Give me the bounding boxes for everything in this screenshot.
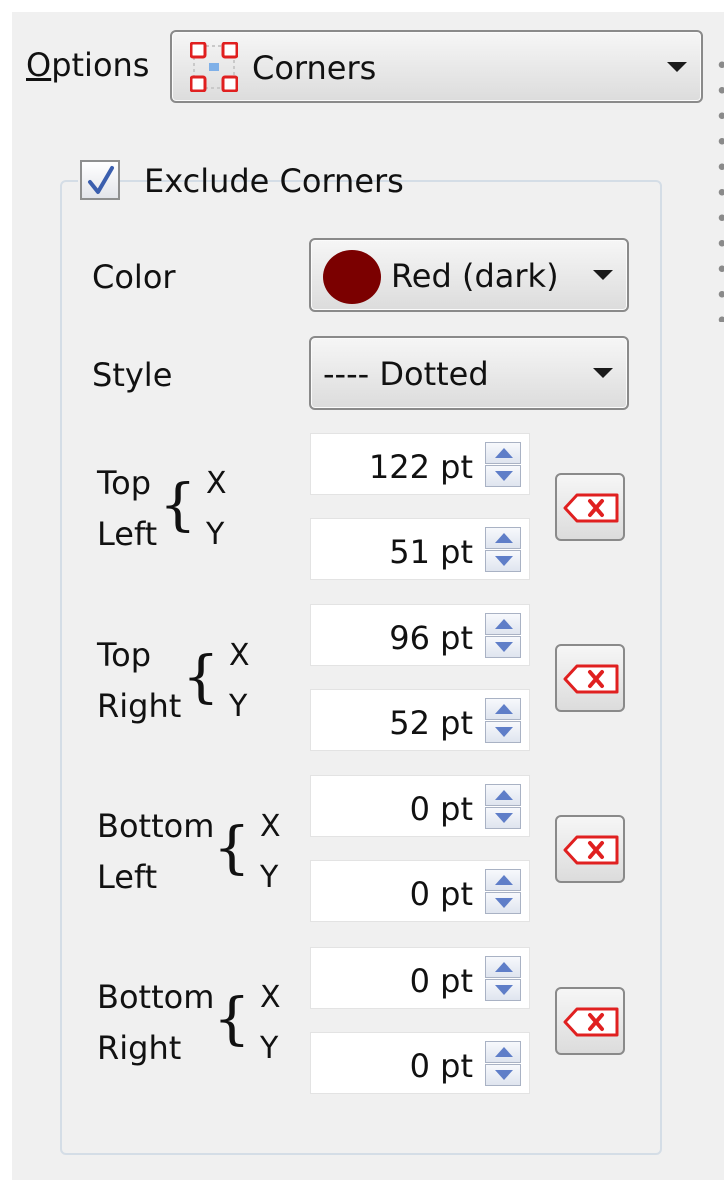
top-left-y-spinbox[interactable]: 51 pt [310,518,530,580]
color-label: Color [92,258,176,296]
bottom-right-y-spinbox[interactable]: 0 pt [310,1032,530,1094]
spin-up-arrow-icon[interactable] [485,869,521,891]
spin-down-arrow-icon[interactable] [485,550,521,572]
brace-icon: { [213,987,251,1052]
spin-up-arrow-icon[interactable] [485,442,521,464]
chevron-down-icon [667,61,687,72]
corner-label-line2: Right [97,687,182,725]
checkmark-icon [88,166,114,194]
corner-label-line1: Top [97,464,151,502]
clear-top-left-button[interactable] [555,473,625,541]
spinbox-value: 51 pt [389,533,473,571]
corner-label-line1: Bottom [97,978,215,1016]
spin-down-arrow-icon[interactable] [485,1064,521,1086]
brace-icon: { [159,473,197,538]
spin-down-arrow-icon[interactable] [485,465,521,487]
spin-down-arrow-icon[interactable] [485,807,521,829]
top-left-x-spinbox[interactable]: 122 pt [310,433,530,495]
options-label-text: ptions [51,46,150,84]
backspace-clear-icon [563,835,619,865]
spinbox-value: 96 pt [389,619,473,657]
spin-up-arrow-icon[interactable] [485,784,521,806]
exclude-corners-label[interactable]: Exclude Corners [144,162,404,200]
options-dropdown[interactable]: Corners [170,30,703,103]
spinbox-value: 0 pt [409,790,473,828]
spin-up-arrow-icon[interactable] [485,698,521,720]
corners-icon [190,42,238,92]
x-axis-label: X [229,638,250,673]
spinbox-value: 0 pt [409,1047,473,1085]
corner-label-line2: Left [97,515,158,553]
spinbox-value: 0 pt [409,875,473,913]
clear-bottom-left-button[interactable] [555,815,625,883]
backspace-clear-icon [563,1007,619,1037]
color-swatch [323,250,381,304]
bottom-right-x-spinbox[interactable]: 0 pt [310,947,530,1009]
color-dropdown-value: Red (dark) [391,257,559,295]
spin-down-arrow-icon[interactable] [485,636,521,658]
bottom-left-y-spinbox[interactable]: 0 pt [310,860,530,922]
x-axis-label: X [260,980,281,1015]
y-axis-label: Y [229,689,248,724]
y-axis-label: Y [260,860,279,895]
spin-down-arrow-icon[interactable] [485,979,521,1001]
options-label: Options [26,46,149,84]
chevron-down-icon [593,270,613,280]
top-right-y-spinbox[interactable]: 52 pt [310,689,530,751]
corner-label-line2: Left [97,858,158,896]
spin-up-arrow-icon[interactable] [485,956,521,978]
spin-up-arrow-icon[interactable] [485,527,521,549]
clear-top-right-button[interactable] [555,644,625,712]
brace-icon: { [182,645,220,710]
spinbox-value: 52 pt [389,704,473,742]
brace-icon: { [213,816,251,881]
exclude-corners-legend: Exclude Corners [78,156,404,204]
corner-label-line2: Right [97,1029,182,1067]
backspace-clear-icon [563,664,619,694]
style-label: Style [92,356,173,394]
spin-down-arrow-icon[interactable] [485,892,521,914]
spinbox-value: 122 pt [368,448,473,486]
x-axis-label: X [206,466,227,501]
spin-up-arrow-icon[interactable] [485,613,521,635]
corner-label-line1: Top [97,636,151,674]
spin-up-arrow-icon[interactable] [485,1041,521,1063]
bottom-left-x-spinbox[interactable]: 0 pt [310,775,530,837]
clear-bottom-right-button[interactable] [555,987,625,1055]
style-dropdown[interactable]: ---- Dotted [309,336,629,410]
corner-label-line1: Bottom [97,807,215,845]
top-right-x-spinbox[interactable]: 96 pt [310,604,530,666]
options-dropdown-value: Corners [252,49,377,87]
backspace-clear-icon [563,493,619,523]
spin-down-arrow-icon[interactable] [485,721,521,743]
y-axis-label: Y [206,517,225,552]
chevron-down-icon [593,368,613,378]
exclude-corners-checkbox[interactable] [80,160,120,200]
spinbox-value: 0 pt [409,962,473,1000]
x-axis-label: X [260,809,281,844]
y-axis-label: Y [260,1031,279,1066]
panel-splitter-handle[interactable] [717,52,724,322]
color-dropdown[interactable]: Red (dark) [309,238,629,312]
style-dropdown-value: ---- Dotted [323,355,489,393]
options-label-mnemonic: O [26,46,52,84]
